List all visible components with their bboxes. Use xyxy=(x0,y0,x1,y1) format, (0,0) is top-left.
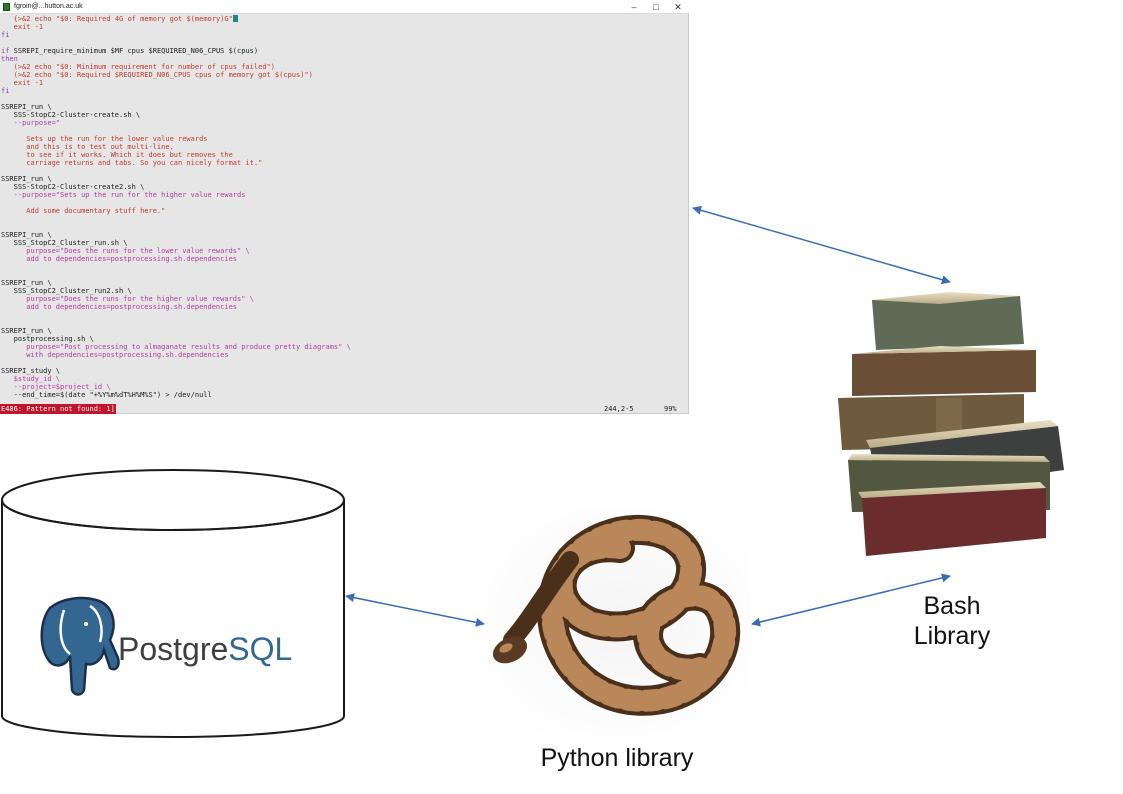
books-stack-image xyxy=(838,292,1064,556)
postgresql-logo-suffix: SQL xyxy=(228,631,292,667)
bash-library-label-line2: Library xyxy=(913,622,991,650)
diagram-canvas: PostgreSQL xyxy=(1,205,1064,738)
python-library-label: Python library xyxy=(540,744,694,772)
arrow-db-python xyxy=(345,593,485,627)
postgresql-logo-prefix: Postgre xyxy=(118,631,228,667)
bash-library-label-line1: Bash xyxy=(923,592,981,620)
python-snake-image xyxy=(487,509,750,734)
database-cylinder-icon xyxy=(1,469,345,738)
postgresql-logo-text: PostgreSQL xyxy=(118,631,292,667)
arrow-terminal-books xyxy=(692,205,951,285)
